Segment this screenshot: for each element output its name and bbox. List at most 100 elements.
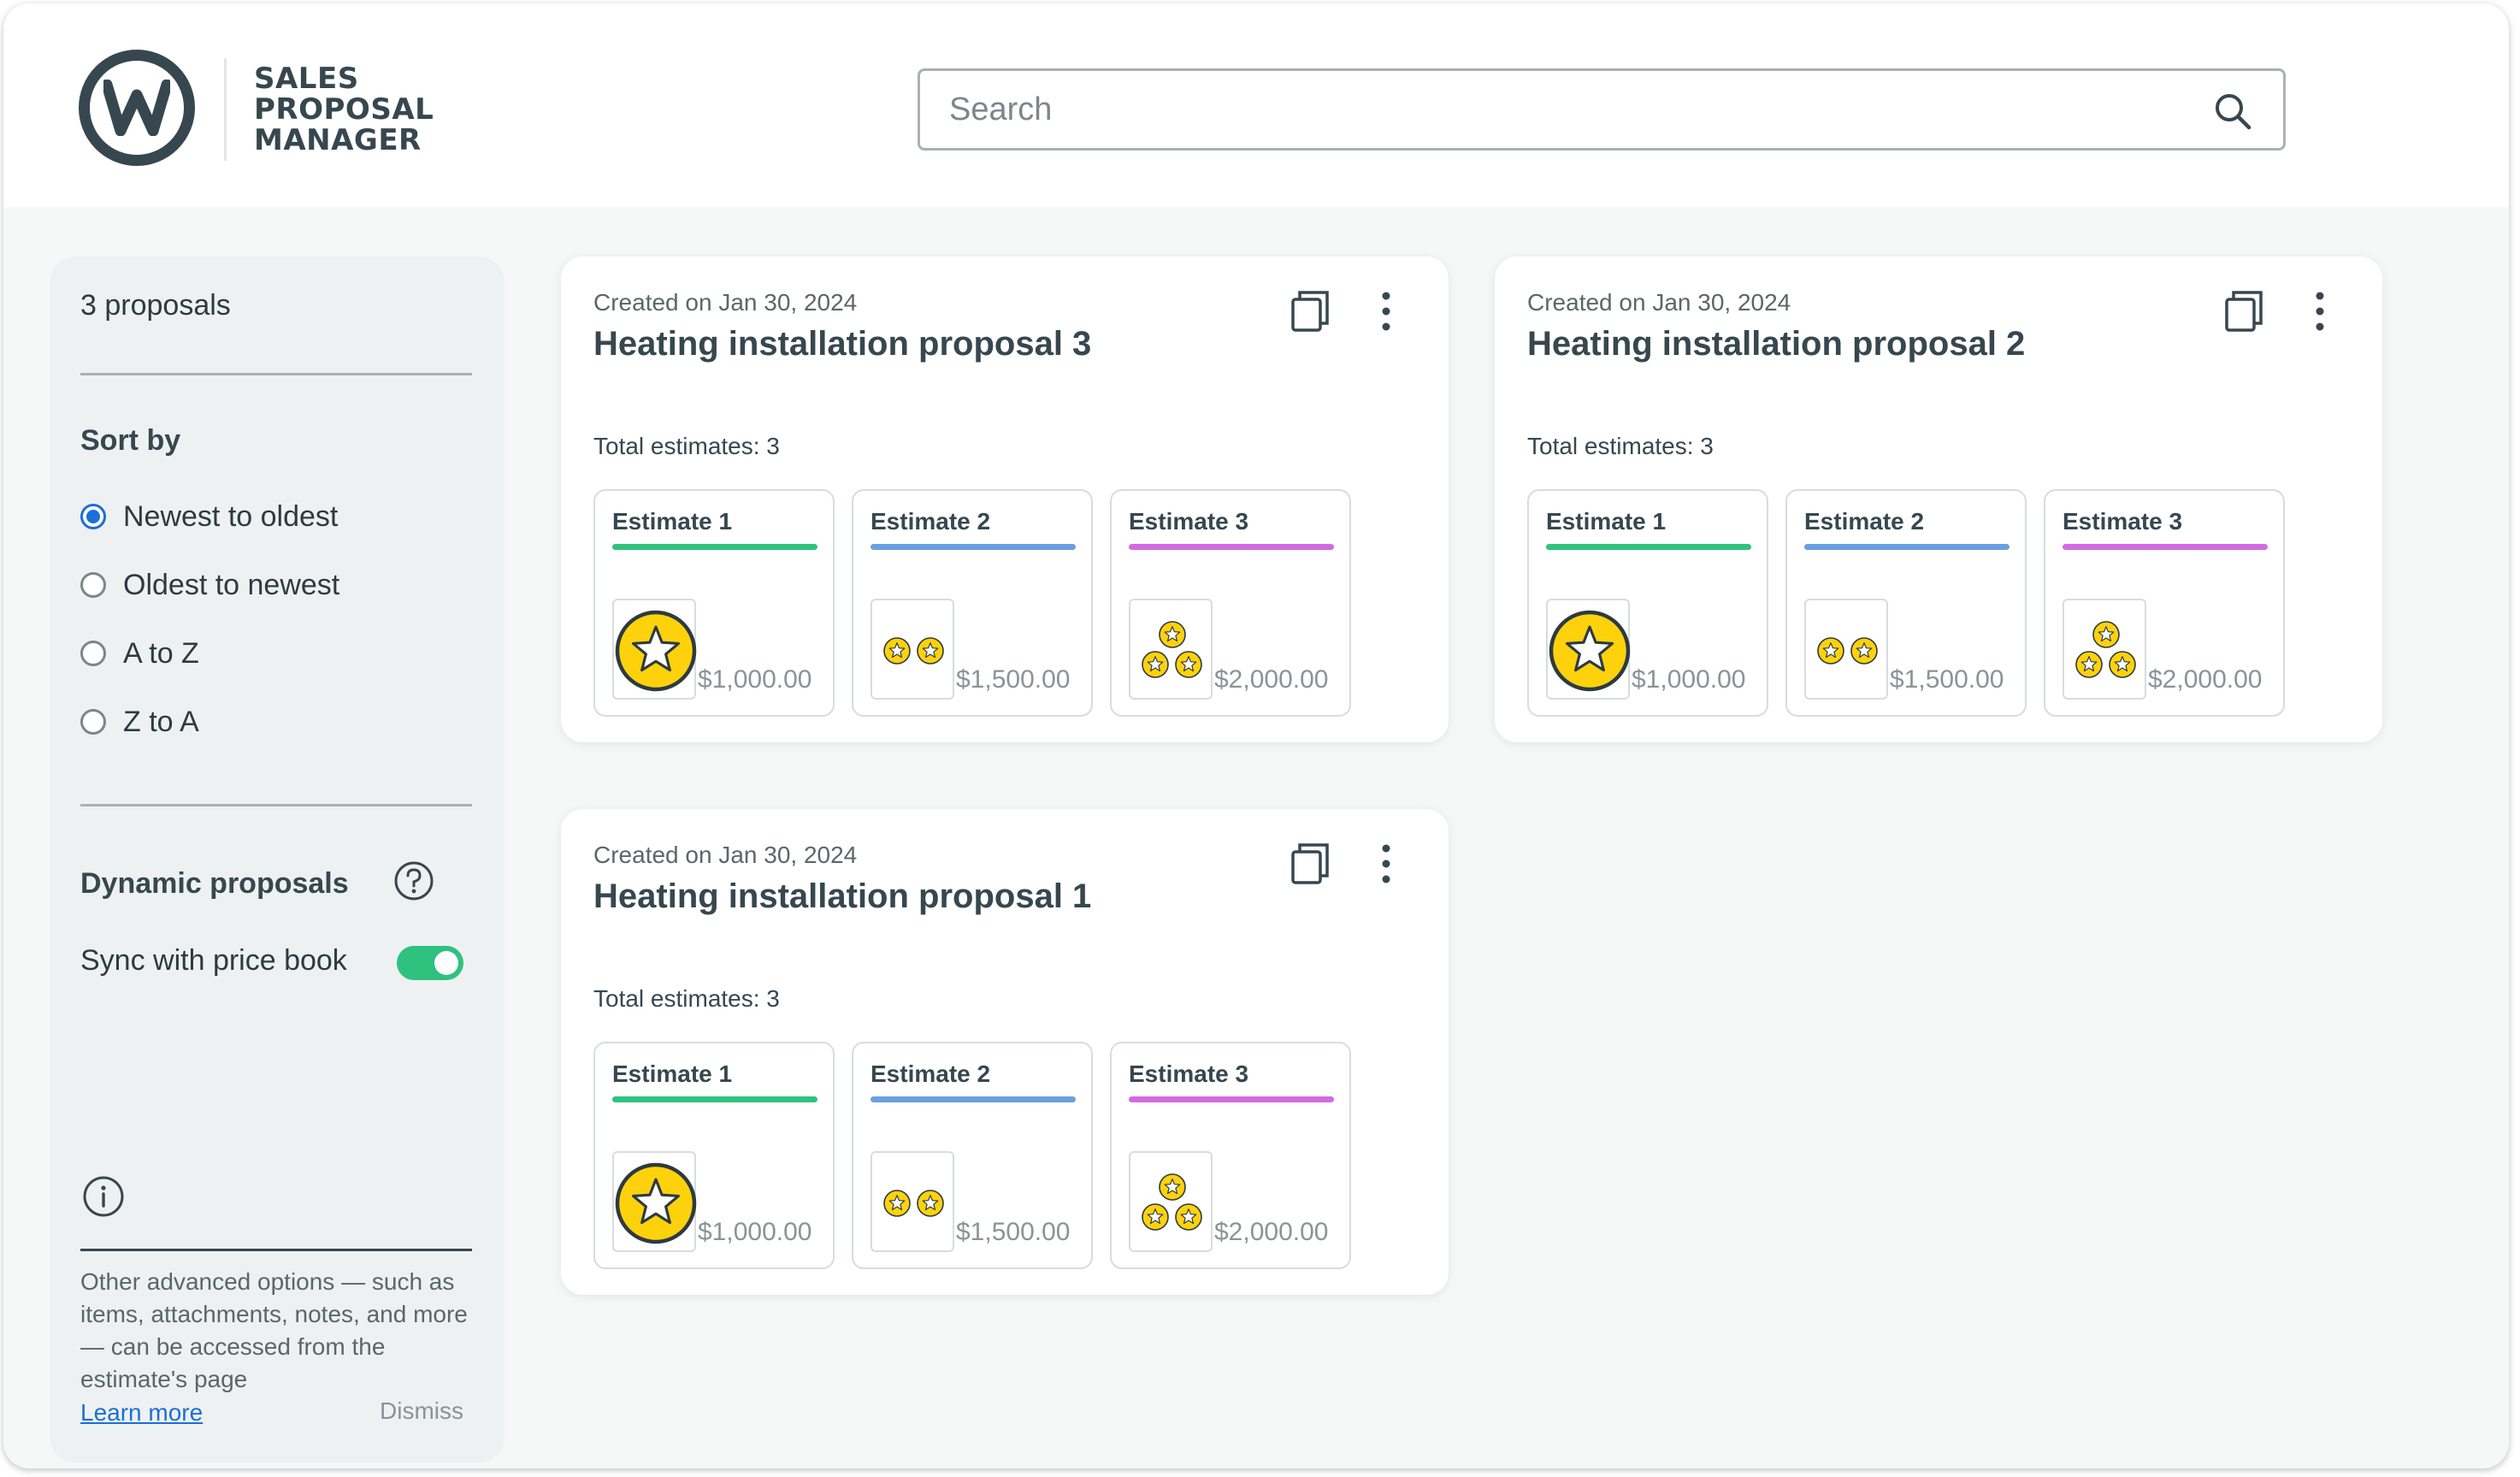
sort-option-z-to-a[interactable]: Z to A [80, 703, 199, 741]
info-icon [83, 1176, 124, 1217]
proposal-card[interactable]: Created on Jan 30, 2024 Heating installa… [1495, 257, 2382, 742]
divider [80, 373, 472, 375]
estimate-color-bar [612, 1096, 817, 1102]
two-star-coins-icon [883, 1190, 944, 1217]
three-star-coins-icon [1142, 621, 1202, 678]
total-estimates: Total estimates: 3 [593, 985, 780, 1012]
estimate-card[interactable]: Estimate 1 $1,000.00 [593, 1042, 835, 1269]
sort-option-label: Newest to oldest [123, 499, 339, 533]
sidebar: 3 proposals Sort by Newest to oldest Old… [50, 257, 505, 1462]
proposal-count: 3 proposals [80, 289, 231, 322]
search-box [918, 68, 2286, 151]
created-date: Created on Jan 30, 2024 [593, 842, 858, 868]
estimate-card[interactable]: Estimate 1 $1,000.00 [1527, 489, 1768, 717]
estimate-color-bar [1546, 544, 1751, 550]
estimate-color-bar [1804, 544, 2010, 550]
proposal-title: Heating installation proposal 2 [1527, 325, 2026, 363]
estimate-color-bar [1129, 544, 1334, 550]
estimate-thumbnail [1804, 599, 1888, 700]
estimate-name: Estimate 2 [870, 508, 991, 535]
radio-button[interactable] [80, 709, 106, 735]
estimate-name: Estimate 1 [612, 1060, 733, 1087]
estimate-price: $2,000.00 [1214, 1218, 1329, 1246]
copy-icon[interactable] [2223, 289, 2264, 334]
estimate-name: Estimate 2 [1804, 508, 1925, 535]
estimate-thumbnail [870, 1151, 954, 1252]
more-options-icon[interactable] [1373, 289, 1399, 334]
estimate-card[interactable]: Estimate 2 $1,500.00 [1785, 489, 2027, 717]
copy-icon[interactable] [1290, 842, 1331, 886]
proposal-title: Heating installation proposal 1 [593, 877, 1092, 915]
estimate-name: Estimate 3 [2063, 508, 2183, 535]
radio-button[interactable] [80, 572, 106, 598]
sync-toggle[interactable] [397, 946, 463, 980]
app-window: SALES PROPOSAL MANAGER 3 proposals Sort … [3, 3, 2509, 1468]
estimate-thumbnail [1546, 599, 1631, 700]
learn-more-link[interactable]: Learn more [80, 1399, 203, 1427]
estimate-price: $1,500.00 [1890, 665, 2004, 694]
estimate-thumbnail [1129, 599, 1213, 700]
sort-option-oldest[interactable]: Oldest to newest [80, 566, 339, 604]
estimate-price: $1,000.00 [698, 1218, 812, 1246]
estimate-color-bar [870, 544, 1076, 550]
search-input[interactable] [949, 71, 2189, 148]
search-icon[interactable] [2213, 92, 2252, 131]
estimate-thumbnail [612, 599, 697, 700]
dismiss-button[interactable]: Dismiss [380, 1397, 463, 1425]
help-icon[interactable] [393, 860, 434, 901]
radio-button[interactable] [80, 641, 106, 666]
estimate-thumbnail [612, 1151, 697, 1252]
proposal-card[interactable]: Created on Jan 30, 2024 Heating installa… [561, 809, 1449, 1295]
three-star-coins-icon [1142, 1173, 1202, 1231]
sort-option-label: A to Z [123, 636, 199, 670]
w-logo-icon [79, 50, 195, 166]
app-title-line: PROPOSAL [254, 92, 434, 127]
estimate-price: $1,500.00 [956, 1218, 1071, 1246]
estimate-card[interactable]: Estimate 1 $1,000.00 [593, 489, 835, 717]
app-title: SALES PROPOSAL MANAGER [254, 63, 476, 156]
estimate-card[interactable]: Estimate 2 $1,500.00 [852, 1042, 1093, 1269]
proposal-card[interactable]: Created on Jan 30, 2024 Heating installa… [561, 257, 1449, 742]
estimate-color-bar [870, 1096, 1076, 1102]
total-estimates: Total estimates: 3 [1527, 433, 1714, 459]
estimate-price: $1,500.00 [956, 665, 1071, 694]
header: SALES PROPOSAL MANAGER [3, 3, 2509, 207]
three-star-coins-icon [2075, 621, 2136, 678]
sync-label: Sync with price book [80, 944, 347, 977]
estimate-card[interactable]: Estimate 3 $2,000.00 [1110, 1042, 1351, 1269]
advanced-options-note: Other advanced options — such as items, … [80, 1268, 468, 1392]
radio-button[interactable] [80, 504, 106, 529]
estimate-card[interactable]: Estimate 2 $1,500.00 [852, 489, 1093, 717]
sort-heading: Sort by [80, 424, 181, 457]
sort-option-newest[interactable]: Newest to oldest [80, 498, 338, 535]
estimate-card[interactable]: Estimate 3 $2,000.00 [2044, 489, 2285, 717]
estimate-price: $1,000.00 [698, 665, 812, 694]
estimate-thumbnail [1129, 1151, 1213, 1252]
estimate-price: $2,000.00 [2148, 665, 2263, 694]
divider [80, 1249, 472, 1251]
logo-divider [224, 58, 227, 161]
app-title-line: MANAGER [254, 123, 422, 157]
one-star-coin-icon [615, 610, 697, 692]
estimate-name: Estimate 3 [1129, 508, 1249, 535]
estimate-price: $2,000.00 [1214, 665, 1329, 694]
estimate-color-bar [1129, 1096, 1334, 1102]
estimate-thumbnail [2063, 599, 2146, 700]
total-estimates: Total estimates: 3 [593, 433, 780, 459]
estimate-color-bar [612, 544, 817, 550]
created-date: Created on Jan 30, 2024 [1527, 289, 1791, 316]
estimate-card[interactable]: Estimate 3 $2,000.00 [1110, 489, 1351, 717]
created-date: Created on Jan 30, 2024 [593, 289, 858, 316]
copy-icon[interactable] [1290, 289, 1331, 334]
estimate-name: Estimate 1 [612, 508, 733, 535]
estimate-name: Estimate 1 [1546, 508, 1667, 535]
app-title-line: SALES [254, 62, 359, 96]
estimate-name: Estimate 3 [1129, 1060, 1249, 1087]
estimate-price: $1,000.00 [1632, 665, 1746, 694]
more-options-icon[interactable] [1373, 842, 1399, 886]
dynamic-proposals-heading: Dynamic proposals [80, 867, 349, 900]
estimate-name: Estimate 2 [870, 1060, 991, 1087]
sort-option-a-to-z[interactable]: A to Z [80, 635, 199, 672]
more-options-icon[interactable] [2307, 289, 2333, 334]
one-star-coin-icon [1549, 610, 1631, 692]
